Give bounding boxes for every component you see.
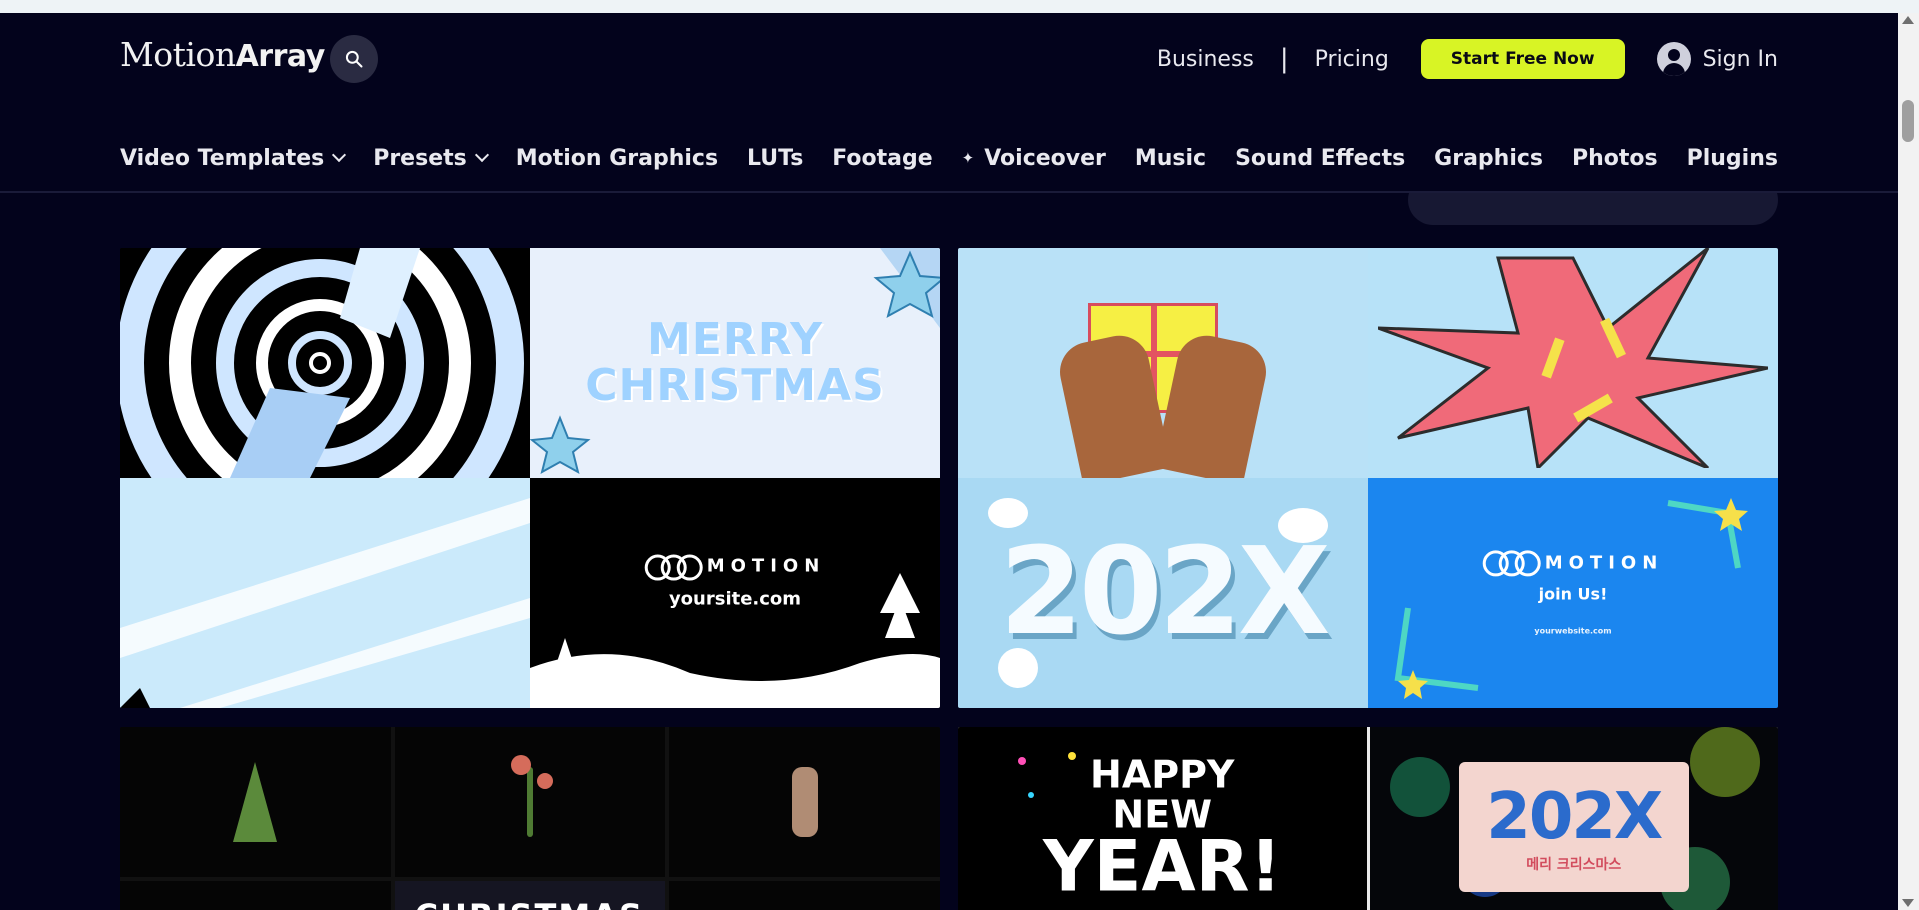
nav-label: Plugins — [1686, 145, 1778, 171]
nav-label: LUTs — [747, 145, 804, 171]
preview-tile-blank — [669, 881, 940, 910]
nav-label: Graphics — [1434, 145, 1543, 171]
start-free-now-button[interactable]: Start Free Now — [1420, 39, 1625, 79]
sparkle-icon: ✦ — [961, 149, 975, 167]
burst-graphic — [1378, 248, 1768, 468]
preview-tile-202x: 202X — [958, 478, 1368, 708]
christmas-tree-graphic — [233, 762, 278, 842]
browser-top-strip — [0, 0, 1919, 13]
nav-item-video-templates[interactable]: Video Templates — [120, 145, 347, 171]
header-actions: Business | Pricing Start Free Now Sign I… — [1157, 37, 1778, 81]
spiral-graphic — [120, 248, 530, 478]
header-separator: | — [1279, 44, 1289, 74]
preview-tile-tree — [120, 727, 391, 877]
nav-item-plugins[interactable]: Plugins — [1687, 146, 1778, 171]
motion-brand-block: MOTION yoursite.com — [644, 554, 826, 610]
chevron-down-icon — [332, 147, 347, 163]
nav-label: Video Templates — [120, 145, 325, 171]
product-card-2[interactable]: 202X MOTION join Us! yourwebsite.com — [958, 248, 1778, 708]
preview-tile-ice-streaks — [120, 478, 530, 708]
card-preview-grid: MERRY CHRISTMAS MOTION yoursite.com — [120, 248, 940, 708]
card-preview-grid: CHRISTMAS — [120, 727, 940, 910]
business-link[interactable]: Business — [1157, 47, 1254, 72]
nav-label: Voiceover — [984, 145, 1106, 171]
sign-in-link[interactable]: Sign In — [1656, 42, 1778, 76]
search-icon — [345, 50, 363, 68]
nav-item-footage[interactable]: Footage — [832, 146, 932, 171]
nav-item-music[interactable]: Music — [1135, 146, 1206, 171]
scrollbar-thumb[interactable] — [1902, 100, 1914, 142]
nav-item-photos[interactable]: Photos — [1572, 146, 1658, 171]
scroll-up-arrow-icon[interactable] — [1902, 16, 1914, 24]
main-navigation: Video Templates Presets Motion Graphics … — [120, 138, 1778, 178]
year-202x-text: 202X — [999, 523, 1330, 662]
join-us-text: join Us! — [1538, 584, 1608, 604]
preview-tile-flower — [394, 727, 666, 877]
motion-brand-text: MOTION — [706, 555, 826, 577]
motion-rings-icon — [644, 554, 703, 581]
preview-tile-spiral — [120, 248, 530, 478]
nav-item-voiceover[interactable]: ✦ Voiceover — [962, 146, 1106, 171]
user-avatar-icon — [1656, 42, 1691, 76]
flower-graphic — [510, 755, 553, 837]
nav-label: Music — [1134, 145, 1207, 171]
nav-item-sound-effects[interactable]: Sound Effects — [1235, 146, 1405, 171]
pricing-link[interactable]: Pricing — [1315, 47, 1389, 72]
scroll-down-arrow-icon[interactable] — [1902, 899, 1914, 907]
product-card-1[interactable]: MERRY CHRISTMAS MOTION yoursite.com — [120, 248, 940, 708]
preview-tile-gift — [958, 248, 1368, 478]
site-header: MotionArray Business | Pricing Start Fre… — [0, 13, 1898, 193]
logo-bold: Array — [235, 39, 326, 74]
preview-tile-motion-logo: MOTION yoursite.com — [530, 478, 940, 708]
plaque-korean-text: 메리 크리스마스 — [1526, 857, 1622, 873]
motionarray-logo[interactable]: MotionArray — [120, 35, 325, 74]
preview-tile-bokeh-plaque: 202X 메리 크리스마스 — [1369, 727, 1778, 910]
product-card-3[interactable]: CHRISTMAS — [120, 727, 940, 910]
chevron-down-icon — [474, 147, 489, 163]
happy-new-year-text: HAPPY NEW YEAR! — [1042, 752, 1282, 908]
logo-light: Motion — [120, 35, 236, 74]
nav-label: Footage — [832, 145, 933, 171]
sign-in-label: Sign In — [1702, 46, 1778, 72]
preview-tile-join-us: MOTION join Us! yourwebsite.com — [1368, 478, 1778, 708]
preview-tile-merry-christmas: MERRY CHRISTMAS — [530, 248, 940, 478]
202x-plaque: 202X 메리 크리스마스 — [1458, 762, 1689, 892]
merry-christmas-title: MERRY CHRISTMAS — [585, 313, 885, 411]
card-preview-grid: HAPPY NEW YEAR! 202X 메리 크리스마스 — [958, 727, 1778, 910]
nav-label: Presets — [373, 145, 467, 171]
vertical-scrollbar[interactable] — [1898, 13, 1919, 910]
preview-tile-happy-new-year: HAPPY NEW YEAR! — [958, 727, 1367, 910]
christmas-text: CHRISTMAS — [415, 897, 644, 910]
search-button[interactable] — [330, 35, 378, 83]
preview-tile-christmas-text: CHRISTMAS — [394, 881, 666, 910]
preview-tile-sock — [669, 727, 940, 877]
hny-line-2: YEAR! — [1042, 825, 1282, 908]
motion-join-block: MOTION join Us! yourwebsite.com — [1482, 550, 1664, 636]
motion-brand-text: MOTION — [1544, 551, 1664, 573]
nav-item-presets[interactable]: Presets — [373, 145, 489, 171]
motion-rings-icon — [1482, 550, 1541, 577]
preview-tile-ornament — [120, 881, 391, 910]
yourwebsite-url: yourwebsite.com — [1534, 626, 1612, 636]
nav-item-motion-graphics[interactable]: Motion Graphics — [516, 146, 718, 171]
nav-label: Photos — [1571, 145, 1658, 171]
nav-label: Motion Graphics — [515, 145, 719, 171]
card-preview-grid: 202X MOTION join Us! yourwebsite.com — [958, 248, 1778, 708]
yoursite-url: yoursite.com — [668, 588, 802, 610]
nav-item-graphics[interactable]: Graphics — [1434, 146, 1543, 171]
nav-item-luts[interactable]: LUTs — [747, 146, 803, 171]
preview-tile-burst — [1368, 248, 1778, 478]
product-card-4[interactable]: HAPPY NEW YEAR! 202X 메리 크리스마스 — [958, 727, 1778, 910]
ice-streaks — [120, 478, 530, 708]
hny-line-1: HAPPY NEW — [1090, 752, 1235, 837]
sock-graphic — [791, 767, 818, 837]
nav-label: Sound Effects — [1235, 145, 1406, 171]
plaque-year: 202X — [1486, 780, 1663, 854]
page: MotionArray Business | Pricing Start Fre… — [0, 13, 1898, 910]
